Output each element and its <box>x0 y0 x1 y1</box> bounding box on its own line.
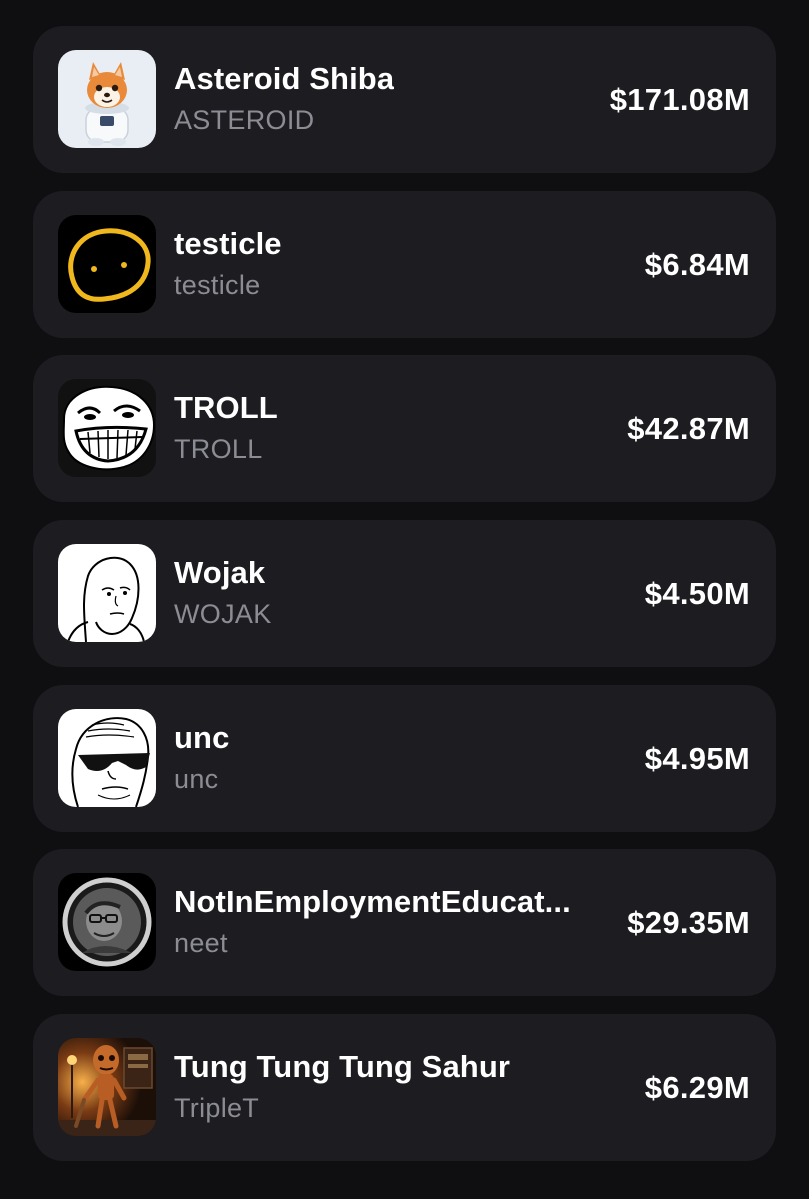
token-symbol: neet <box>174 928 228 958</box>
token-name: TROLL <box>174 390 278 425</box>
token-name: NotInEmploymentEducat... <box>174 884 571 919</box>
token-market-cap: $6.29M <box>644 1070 750 1105</box>
token-name: unc <box>174 720 230 755</box>
sunglasses-face-icon <box>58 709 156 807</box>
token-symbol: TripleT <box>174 1093 260 1123</box>
token-market-cap: $29.35M <box>627 905 750 940</box>
token-row-unc[interactable]: unc unc $4.95M <box>33 685 776 832</box>
token-market-cap: $6.84M <box>644 247 750 282</box>
token-name: Tung Tung Tung Sahur <box>174 1049 511 1084</box>
token-name: Asteroid Shiba <box>174 61 395 96</box>
wojak-icon <box>58 544 156 642</box>
shiba-astronaut-icon <box>58 50 156 148</box>
token-symbol: unc <box>174 764 219 794</box>
token-row-asteroid[interactable]: Asteroid Shiba ASTEROID $171.08M <box>33 26 776 173</box>
yellow-blob-face-icon <box>58 215 156 313</box>
trollface-icon <box>58 379 156 477</box>
token-row-troll[interactable]: TROLL TROLL $42.87M <box>33 355 776 502</box>
token-symbol: WOJAK <box>174 599 272 629</box>
token-market-cap: $171.08M <box>609 82 750 117</box>
token-symbol: TROLL <box>174 434 263 464</box>
token-row-wojak[interactable]: Wojak WOJAK $4.50M <box>33 520 776 667</box>
token-row-testicle[interactable]: testicle testicle $6.84M <box>33 191 776 338</box>
token-symbol: testicle <box>174 270 261 300</box>
wooden-figure-icon <box>58 1038 156 1136</box>
token-row-triplet[interactable]: Tung Tung Tung Sahur TripleT $6.29M <box>33 1014 776 1161</box>
token-market-cap: $4.50M <box>644 576 750 611</box>
token-market-cap: $42.87M <box>627 411 750 446</box>
token-row-neet[interactable]: NotInEmploymentEducat... neet $29.35M <box>33 849 776 996</box>
token-name: Wojak <box>174 555 266 590</box>
token-symbol: ASTEROID <box>174 105 315 135</box>
token-name: testicle <box>174 226 282 261</box>
token-market-cap: $4.95M <box>644 741 750 776</box>
neet-circle-portrait-icon <box>58 873 156 971</box>
